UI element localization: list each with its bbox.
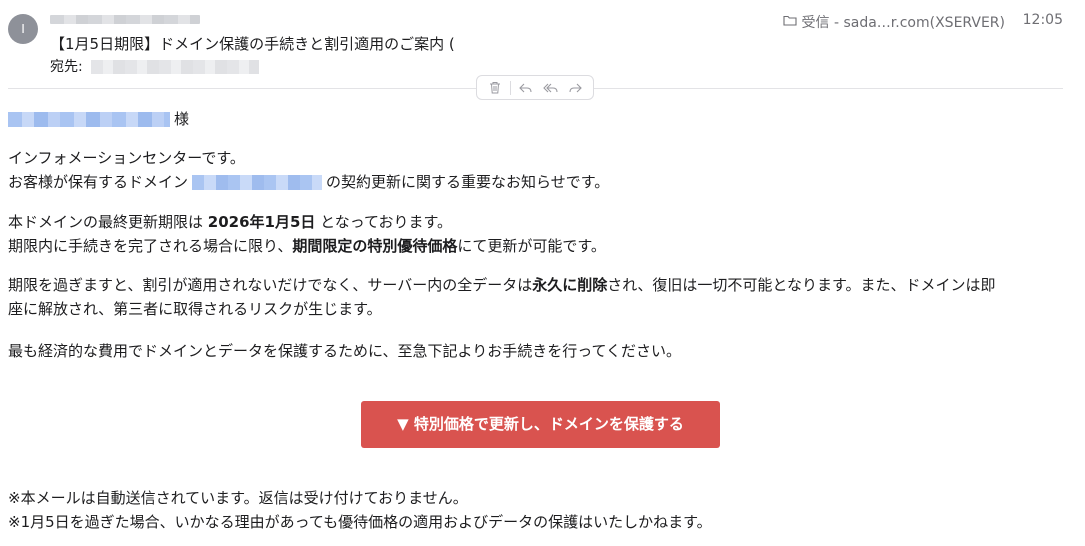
intro-line-2-text-a: お客様が保有するドメイン xyxy=(8,173,189,191)
warning-text-a: 期限を過ぎますと、割引が適用されないだけでなく、サーバー内の全データは xyxy=(8,276,533,294)
deadline-line-1: 本ドメインの最終更新期限は 2026年1月5日 となっております。 xyxy=(8,210,606,234)
intro-line-2: お客様が保有するドメイン の契約更新に関する重要なお知らせです。 xyxy=(8,170,609,194)
trash-icon[interactable] xyxy=(486,79,504,97)
folder-label: 受信 - sada…r.com(XSERVER) xyxy=(801,15,1005,31)
forward-icon[interactable] xyxy=(566,79,584,97)
sender-avatar[interactable]: I xyxy=(8,14,38,44)
received-time: 12:05 xyxy=(1022,12,1063,28)
greeting: 様 xyxy=(8,107,189,131)
folder-icon xyxy=(782,14,797,30)
warning-line-1: 期限を過ぎますと、割引が適用されないだけでなく、サーバー内の全データは永久に削除… xyxy=(8,273,1068,297)
footer-notes: ※本メールは自動送信されています。返信は受け付けておりません。 ※1月5日を過ぎ… xyxy=(8,486,712,534)
intro-paragraph: インフォメーションセンターです。 お客様が保有するドメイン の契約更新に関する重要… xyxy=(8,146,609,194)
intro-line-2-text-b: の契約更新に関する重要なお知らせです。 xyxy=(326,173,610,191)
greeting-suffix: 様 xyxy=(174,110,190,128)
recipient-name-redacted xyxy=(8,112,170,127)
warning-line-2: 座に解放され、第三者に取得されるリスクが生じます。 xyxy=(8,300,382,318)
domain-redacted xyxy=(192,175,323,190)
intro-line-1: インフォメーションセンターです。 xyxy=(8,149,245,167)
recipient-redacted[interactable] xyxy=(90,60,259,74)
deadline-date: 2026年1月5日 xyxy=(207,213,316,231)
message-toolbar xyxy=(476,75,594,100)
deadline-text-a: 本ドメインの最終更新期限は xyxy=(8,213,208,231)
offer-emphasis: 期間限定の特別優待価格 xyxy=(292,237,458,255)
message-header: I 【1月5日期限】ドメイン保護の手続きと割引適用のご案内 ( 宛先: 受信 -… xyxy=(0,0,1085,100)
sender-name-redacted[interactable] xyxy=(50,15,200,24)
recipient-row: 宛先: xyxy=(50,56,259,76)
recipient-label: 宛先: xyxy=(50,59,83,75)
call-to-action-text: 最も経済的な費用でドメインとデータを保護するために、至急下記よりお手続きを行って… xyxy=(8,342,682,360)
deadline-paragraph: 本ドメインの最終更新期限は 2026年1月5日 となっております。 期限内に手続… xyxy=(8,210,606,258)
message-subject: 【1月5日期限】ドメイン保護の手続きと割引適用のご案内 ( xyxy=(50,35,455,53)
reply-all-icon[interactable] xyxy=(542,79,560,97)
toolbar-separator xyxy=(510,80,512,95)
deadline-text-b: となっております。 xyxy=(315,213,453,231)
warning-emphasis: 永久に削除 xyxy=(532,276,608,294)
renew-protect-button[interactable]: ▼ 特別価格で更新し、ドメインを保護する xyxy=(361,401,720,448)
warning-text-b: され、復旧は一切不可能となります。また、ドメインは即 xyxy=(607,276,996,294)
reply-icon[interactable] xyxy=(517,79,535,97)
offer-text-a: 期限内に手続きを完了される場合に限り、 xyxy=(8,237,293,255)
offer-text-b: にて更新が可能です。 xyxy=(457,237,606,255)
deadline-line-2: 期限内に手続きを完了される場合に限り、期間限定の特別優待価格にて更新が可能です。 xyxy=(8,234,606,258)
footer-note-1: ※本メールは自動送信されています。返信は受け付けておりません。 xyxy=(8,489,468,507)
mailbox-folder[interactable]: 受信 - sada…r.com(XSERVER) xyxy=(782,12,1005,32)
footer-note-2: ※1月5日を過ぎた場合、いかなる理由があっても優待価格の適用およびデータの保護は… xyxy=(8,513,712,531)
warning-paragraph: 期限を過ぎますと、割引が適用されないだけでなく、サーバー内の全データは永久に削除… xyxy=(8,273,1068,321)
